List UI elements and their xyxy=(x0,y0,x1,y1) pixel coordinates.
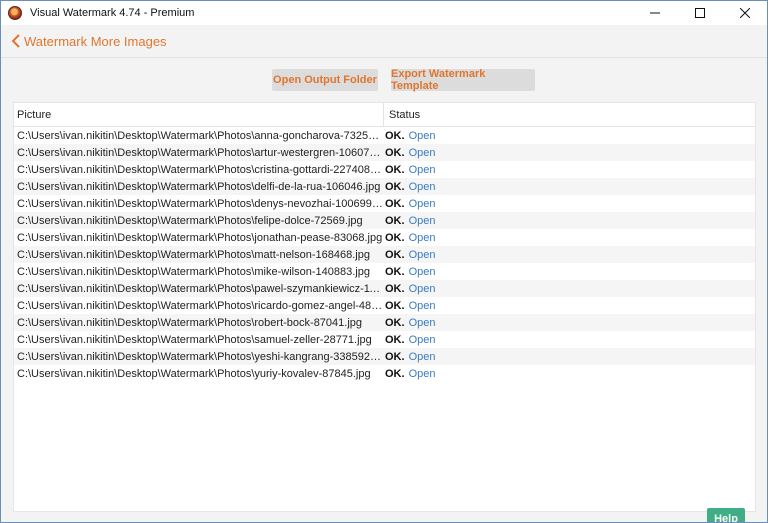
open-link[interactable]: Open xyxy=(409,283,436,295)
open-link[interactable]: Open xyxy=(409,266,436,278)
status-ok: OK. xyxy=(385,129,405,142)
status-cell: OK. Open xyxy=(384,232,435,244)
column-header-picture[interactable]: Picture xyxy=(14,103,384,126)
open-output-folder-button[interactable]: Open Output Folder xyxy=(272,69,378,91)
table-row: C:\Users\ivan.nikitin\Desktop\Watermark\… xyxy=(14,127,755,144)
picture-path: C:\Users\ivan.nikitin\Desktop\Watermark\… xyxy=(17,282,384,295)
open-link[interactable]: Open xyxy=(409,130,436,142)
open-link[interactable]: Open xyxy=(409,198,436,210)
open-link[interactable]: Open xyxy=(409,147,436,159)
table-row: C:\Users\ivan.nikitin\Desktop\Watermark\… xyxy=(14,263,755,280)
status-cell: OK. Open xyxy=(384,317,435,329)
picture-path: C:\Users\ivan.nikitin\Desktop\Watermark\… xyxy=(17,299,384,312)
open-link[interactable]: Open xyxy=(409,232,436,244)
close-button[interactable] xyxy=(722,1,767,25)
picture-path: C:\Users\ivan.nikitin\Desktop\Watermark\… xyxy=(17,367,371,380)
picture-path: C:\Users\ivan.nikitin\Desktop\Watermark\… xyxy=(17,180,381,193)
status-cell: OK. Open xyxy=(384,351,435,363)
title-bar: Visual Watermark 4.74 - Premium xyxy=(1,1,767,25)
table-row: C:\Users\ivan.nikitin\Desktop\Watermark\… xyxy=(14,144,755,161)
open-link[interactable]: Open xyxy=(409,164,436,176)
export-watermark-template-button[interactable]: Export Watermark Template xyxy=(391,68,535,92)
open-link[interactable]: Open xyxy=(409,300,436,312)
table-row: C:\Users\ivan.nikitin\Desktop\Watermark\… xyxy=(14,331,755,348)
picture-path: C:\Users\ivan.nikitin\Desktop\Watermark\… xyxy=(17,129,384,142)
picture-path: C:\Users\ivan.nikitin\Desktop\Watermark\… xyxy=(17,265,370,278)
picture-path: C:\Users\ivan.nikitin\Desktop\Watermark\… xyxy=(17,214,363,227)
picture-path: C:\Users\ivan.nikitin\Desktop\Watermark\… xyxy=(17,197,384,210)
status-ok: OK. xyxy=(385,197,405,210)
maximize-icon xyxy=(694,8,705,18)
app-window: Visual Watermark 4.74 - Premium Watermar… xyxy=(0,0,768,523)
table-row: C:\Users\ivan.nikitin\Desktop\Watermark\… xyxy=(14,348,755,365)
open-link[interactable]: Open xyxy=(409,215,436,227)
table-row: C:\Users\ivan.nikitin\Desktop\Watermark\… xyxy=(14,161,755,178)
action-bar: Open Output Folder Export Watermark Temp… xyxy=(1,68,767,92)
open-link[interactable]: Open xyxy=(409,249,436,261)
status-ok: OK. xyxy=(385,214,405,227)
status-cell: OK. Open xyxy=(384,300,435,312)
status-cell: OK. Open xyxy=(384,198,435,210)
picture-path: C:\Users\ivan.nikitin\Desktop\Watermark\… xyxy=(17,333,372,346)
minimize-button[interactable] xyxy=(632,1,677,25)
status-cell: OK. Open xyxy=(384,334,435,346)
results-table: Picture Status C:\Users\ivan.nikitin\Des… xyxy=(13,102,756,512)
table-row: C:\Users\ivan.nikitin\Desktop\Watermark\… xyxy=(14,314,755,331)
table-row: C:\Users\ivan.nikitin\Desktop\Watermark\… xyxy=(14,178,755,195)
chevron-left-icon[interactable] xyxy=(11,34,21,48)
close-icon xyxy=(739,8,750,18)
picture-path: C:\Users\ivan.nikitin\Desktop\Watermark\… xyxy=(17,316,363,329)
status-cell: OK. Open xyxy=(384,215,435,227)
status-cell: OK. Open xyxy=(384,368,435,380)
picture-path: C:\Users\ivan.nikitin\Desktop\Watermark\… xyxy=(17,146,384,159)
status-ok: OK. xyxy=(385,231,405,244)
table-row: C:\Users\ivan.nikitin\Desktop\Watermark\… xyxy=(14,195,755,212)
window-title: Visual Watermark 4.74 - Premium xyxy=(30,7,195,19)
table-row: C:\Users\ivan.nikitin\Desktop\Watermark\… xyxy=(14,280,755,297)
help-button[interactable]: Help xyxy=(707,508,745,522)
table-header: Picture Status xyxy=(14,103,755,127)
status-cell: OK. Open xyxy=(384,164,435,176)
status-ok: OK. xyxy=(385,265,405,278)
status-ok: OK. xyxy=(385,299,405,312)
picture-path: C:\Users\ivan.nikitin\Desktop\Watermark\… xyxy=(17,163,384,176)
picture-path: C:\Users\ivan.nikitin\Desktop\Watermark\… xyxy=(17,248,370,261)
window-controls xyxy=(632,1,767,25)
table-row: C:\Users\ivan.nikitin\Desktop\Watermark\… xyxy=(14,212,755,229)
status-cell: OK. Open xyxy=(384,266,435,278)
minimize-icon xyxy=(649,12,660,14)
open-link[interactable]: Open xyxy=(409,181,436,193)
table-row: C:\Users\ivan.nikitin\Desktop\Watermark\… xyxy=(14,229,755,246)
status-cell: OK. Open xyxy=(384,130,435,142)
open-link[interactable]: Open xyxy=(409,334,436,346)
page-header: Watermark More Images xyxy=(1,25,767,58)
status-ok: OK. xyxy=(385,163,405,176)
table-row: C:\Users\ivan.nikitin\Desktop\Watermark\… xyxy=(14,365,755,382)
status-ok: OK. xyxy=(385,333,405,346)
table-row: C:\Users\ivan.nikitin\Desktop\Watermark\… xyxy=(14,297,755,314)
app-logo-icon xyxy=(8,6,22,20)
status-cell: OK. Open xyxy=(384,249,435,261)
status-ok: OK. xyxy=(385,350,405,363)
status-ok: OK. xyxy=(385,180,405,193)
status-ok: OK. xyxy=(385,248,405,261)
open-link[interactable]: Open xyxy=(409,351,436,363)
status-cell: OK. Open xyxy=(384,283,435,295)
back-link-title[interactable]: Watermark More Images xyxy=(24,34,167,49)
status-cell: OK. Open xyxy=(384,181,435,193)
status-ok: OK. xyxy=(385,316,405,329)
column-header-status[interactable]: Status xyxy=(384,103,420,126)
open-link[interactable]: Open xyxy=(409,317,436,329)
table-body: C:\Users\ivan.nikitin\Desktop\Watermark\… xyxy=(14,127,755,382)
status-ok: OK. xyxy=(385,146,405,159)
status-cell: OK. Open xyxy=(384,147,435,159)
picture-path: C:\Users\ivan.nikitin\Desktop\Watermark\… xyxy=(17,350,384,363)
maximize-button[interactable] xyxy=(677,1,722,25)
picture-path: C:\Users\ivan.nikitin\Desktop\Watermark\… xyxy=(17,231,383,244)
table-row: C:\Users\ivan.nikitin\Desktop\Watermark\… xyxy=(14,246,755,263)
status-ok: OK. xyxy=(385,282,405,295)
open-link[interactable]: Open xyxy=(409,368,436,380)
status-ok: OK. xyxy=(385,367,405,380)
